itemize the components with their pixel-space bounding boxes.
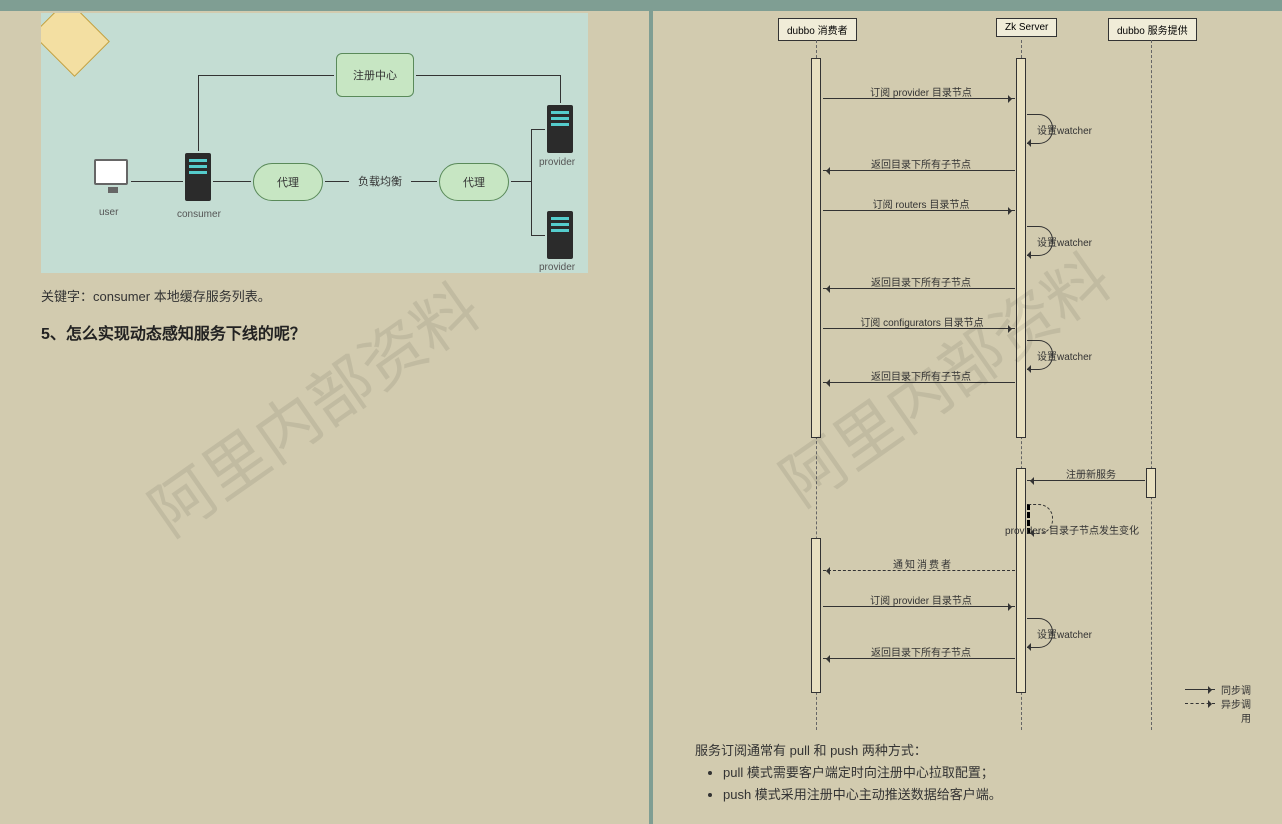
activation-consumer-2 (811, 538, 821, 693)
actor-provider: dubbo 服务提供 (1108, 18, 1197, 41)
msg-sub-provider-2: 订阅 provider 目录节点 (841, 592, 1001, 607)
activation-zk-1 (1016, 58, 1026, 438)
msg-return-4: 返回目录下所有子节点 (841, 644, 1001, 659)
provider-server-icon-2 (547, 211, 573, 259)
top-strip (0, 0, 1282, 11)
load-balance-label: 负载均衡 (350, 173, 410, 189)
msg-providers-changed: providers 目录子节点发生变化 (967, 522, 1177, 537)
load-balance-node (41, 13, 110, 77)
legend-dash-arrow-icon (1185, 703, 1215, 704)
consumer-label: consumer (177, 209, 221, 220)
lifeline-provider (1151, 40, 1152, 730)
msg-sub-provider: 订阅 provider 目录节点 (841, 84, 1001, 99)
activation-zk-2 (1016, 468, 1026, 693)
provider-label-1: provider (539, 157, 575, 168)
body-li2: push 模式采用注册中心主动推送数据给客户端。 (723, 784, 1002, 806)
conn (411, 181, 437, 182)
msg-sub-routers: 订阅 routers 目录节点 (841, 196, 1001, 211)
user-label: user (99, 207, 118, 218)
actor-consumer: dubbo 消费者 (778, 18, 857, 41)
conn (531, 235, 545, 236)
msg-return-3: 返回目录下所有子节点 (841, 368, 1001, 383)
msg-sub-configurators: 订阅 configurators 目录节点 (829, 314, 1015, 329)
msg-set-watcher-4: 设置watcher (1037, 626, 1092, 641)
msg-set-watcher-2: 设置watcher (1037, 234, 1092, 249)
actor-zk: Zk Server (996, 18, 1057, 37)
msg-set-watcher-1: 设置watcher (1037, 122, 1092, 137)
sequence-diagram: dubbo 消费者 Zk Server dubbo 服务提供 订阅 provid… (681, 18, 1271, 728)
conn (531, 129, 545, 130)
page-left: 注册中心 代理 代理 负载均衡 user consumer provider p… (0, 0, 641, 824)
proxy-node-1: 代理 (253, 163, 323, 201)
msg-set-watcher-3: 设置watcher (1037, 348, 1092, 363)
body-text: 服务订阅通常有 pull 和 push 两种方式： pull 模式需要客户端定时… (695, 740, 1002, 806)
conn (325, 181, 349, 182)
conn (416, 75, 560, 76)
activation-consumer-1 (811, 58, 821, 438)
flow-diagram: 注册中心 代理 代理 负载均衡 user consumer provider p… (41, 13, 588, 273)
conn (560, 75, 561, 103)
conn (213, 181, 251, 182)
body-intro: 服务订阅通常有 pull 和 push 两种方式： (695, 740, 1002, 762)
legend-sync: 同步调 (1221, 682, 1251, 697)
legend: 同步调 异步调 用 (1185, 682, 1251, 724)
legend-yong: 用 (1241, 710, 1251, 725)
conn (511, 181, 531, 182)
provider-server-icon-1 (547, 105, 573, 153)
msg-return-2: 返回目录下所有子节点 (841, 274, 1001, 289)
page-gutter (649, 0, 653, 824)
activation-provider (1146, 468, 1156, 498)
proxy-node-2: 代理 (439, 163, 509, 201)
msg-return-1: 返回目录下所有子节点 (841, 156, 1001, 171)
conn (131, 181, 183, 182)
conn (198, 75, 334, 76)
msg-notify-consumer: 通知消费者 (853, 556, 993, 571)
caption-text: 关键字：consumer 本地缓存服务列表。 (41, 286, 271, 305)
legend-solid-arrow-icon (1185, 689, 1215, 690)
user-monitor-icon (94, 159, 128, 185)
consumer-server-icon (185, 153, 211, 201)
conn (531, 129, 532, 235)
registry-node: 注册中心 (336, 53, 414, 97)
legend-async: 异步调 (1221, 696, 1251, 711)
provider-label-2: provider (539, 262, 575, 273)
heading-5: 5、怎么实现动态感知服务下线的呢？ (41, 320, 306, 344)
conn (198, 75, 199, 151)
body-li1: pull 模式需要客户端定时向注册中心拉取配置； (723, 762, 1002, 784)
page-right: dubbo 消费者 Zk Server dubbo 服务提供 订阅 provid… (641, 0, 1282, 824)
msg-register-new: 注册新服务 (1041, 466, 1141, 481)
